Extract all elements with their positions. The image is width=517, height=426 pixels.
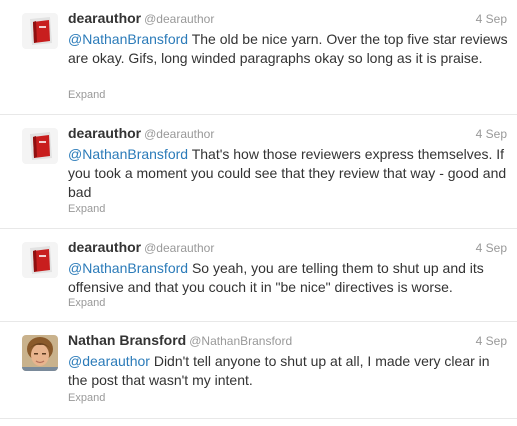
tweet-text: @dearauthor Didn't tell anyone to shut u…	[68, 352, 508, 390]
expand-link[interactable]: Expand	[68, 392, 105, 404]
user-fullname[interactable]: Nathan Bransford	[68, 332, 186, 348]
tweet-timestamp[interactable]: 4 Sep	[476, 334, 507, 348]
tweet-text: @NathanBransford The old be nice yarn. O…	[68, 30, 508, 68]
user-handle[interactable]: @dearauthor	[144, 12, 214, 26]
tweet-timestamp[interactable]: 4 Sep	[476, 241, 507, 255]
user-handle[interactable]: @dearauthor	[144, 127, 214, 141]
book-avatar-icon[interactable]	[22, 128, 58, 164]
expand-link[interactable]: Expand	[68, 203, 105, 215]
mention-link[interactable]: @NathanBransford	[68, 146, 188, 162]
tweet-timestamp[interactable]: 4 Sep	[476, 127, 507, 141]
expand-link[interactable]: Expand	[68, 297, 105, 309]
tweet-header: dearauthor @dearauthor 4 Sep	[68, 125, 507, 145]
user-fullname[interactable]: dearauthor	[68, 239, 141, 255]
mention-link[interactable]: @dearauthor	[68, 353, 150, 369]
book-avatar-icon[interactable]	[22, 242, 58, 278]
tweet-header: dearauthor @dearauthor 4 Sep	[68, 10, 507, 30]
tweet[interactable]: dearauthor @dearauthor 4 Sep @NathanBrans…	[0, 115, 517, 229]
tweet-header: dearauthor @dearauthor 4 Sep	[68, 239, 507, 259]
user-fullname[interactable]: dearauthor	[68, 10, 141, 26]
tweet[interactable]: dearauthor @dearauthor 4 Sep @NathanBrans…	[0, 229, 517, 322]
tweet-timestamp[interactable]: 4 Sep	[476, 12, 507, 26]
tweet-header: Nathan Bransford @NathanBransford 4 Sep	[68, 332, 507, 352]
tweet-text: @NathanBransford That's how those review…	[68, 145, 508, 202]
tweet[interactable]: Nathan Bransford @NathanBransford 4 Sep @…	[0, 322, 517, 419]
mention-link[interactable]: @NathanBransford	[68, 31, 188, 47]
profile-photo-avatar[interactable]	[22, 335, 58, 371]
book-avatar-icon[interactable]	[22, 13, 58, 49]
user-handle[interactable]: @dearauthor	[144, 241, 214, 255]
tweet[interactable]: dearauthor @dearauthor 4 Sep @NathanBrans…	[0, 0, 517, 115]
mention-link[interactable]: @NathanBransford	[68, 260, 188, 276]
user-fullname[interactable]: dearauthor	[68, 125, 141, 141]
user-handle[interactable]: @NathanBransford	[189, 334, 292, 348]
tweet-text: @NathanBransford So yeah, you are tellin…	[68, 259, 508, 297]
expand-link[interactable]: Expand	[68, 89, 105, 101]
timeline: dearauthor @dearauthor 4 Sep @NathanBrans…	[0, 0, 517, 426]
